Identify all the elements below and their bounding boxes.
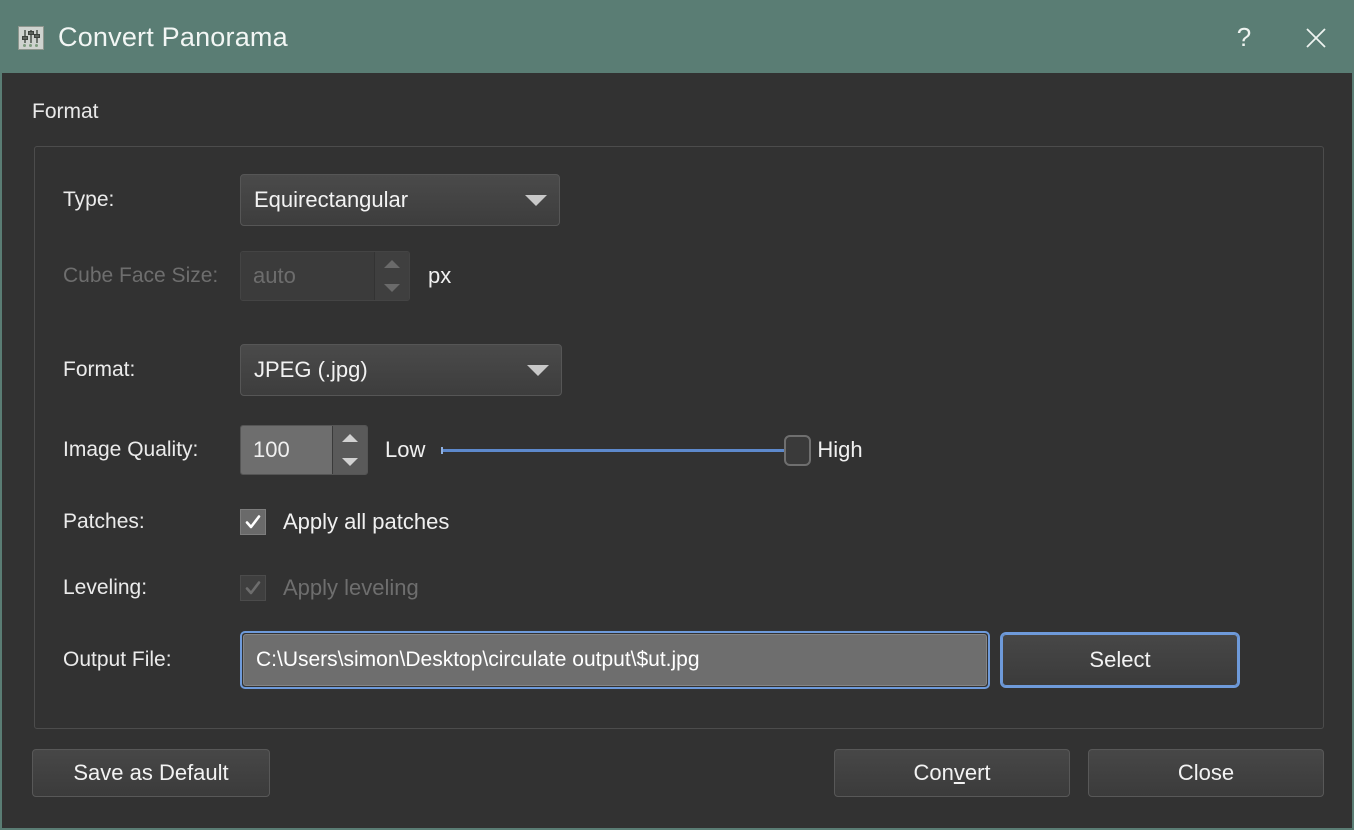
chevron-down-icon xyxy=(527,364,549,376)
output-file-input-focus-ring: C:\Users\simon\Desktop\circulate output\… xyxy=(240,631,990,689)
help-icon: ? xyxy=(1236,22,1252,52)
patches-label: Patches: xyxy=(63,510,145,533)
cube-face-size-label: Cube Face Size: xyxy=(63,264,219,287)
image-quality-increment-button[interactable] xyxy=(333,426,367,450)
image-quality-decrement-button[interactable] xyxy=(333,450,367,474)
cube-face-size-row: Cube Face Size: auto px xyxy=(35,251,1323,301)
slider-low-label: Low xyxy=(385,437,426,462)
slider-handle[interactable] xyxy=(784,435,812,466)
file-format-row: Format: JPEG (.jpg) xyxy=(35,344,1323,396)
window-title: Convert Panorama xyxy=(58,22,288,52)
checkbox-box xyxy=(240,575,266,601)
triangle-down-icon xyxy=(384,284,400,292)
format-groupbox: Type: Equirectangular Cube Face Size: au… xyxy=(34,146,1324,729)
convert-label-mnemonic: v xyxy=(953,760,965,785)
triangle-down-icon xyxy=(342,458,358,466)
leveling-row: Leveling: Apply leveling xyxy=(35,565,1323,611)
cube-face-size-increment-button[interactable] xyxy=(375,252,409,276)
close-window-button[interactable] xyxy=(1280,2,1352,73)
file-format-label: Format: xyxy=(63,358,136,381)
dialog-body: Format Type: Equirectangular Cube Face S… xyxy=(2,73,1352,748)
image-quality-label: Image Quality: xyxy=(63,438,199,461)
type-value: Equirectangular xyxy=(254,187,409,212)
type-label: Type: xyxy=(63,188,115,211)
image-quality-spinbox[interactable]: 100 xyxy=(240,425,368,475)
title-bar: Convert Panorama ? xyxy=(2,2,1352,73)
cube-face-size-value: auto xyxy=(241,252,374,300)
slider-track[interactable] xyxy=(441,447,802,454)
sliders-icon xyxy=(18,25,44,50)
format-section-label: Format xyxy=(32,100,99,123)
close-button[interactable]: Close xyxy=(1088,749,1324,797)
cube-face-size-stepper[interactable] xyxy=(374,252,409,300)
cube-face-size-decrement-button[interactable] xyxy=(375,276,409,300)
save-as-default-button[interactable]: Save as Default xyxy=(32,749,270,797)
image-quality-stepper[interactable] xyxy=(332,426,367,474)
patches-row: Patches: Apply all patches xyxy=(35,499,1323,545)
triangle-up-icon xyxy=(384,260,400,268)
checkmark-icon xyxy=(245,515,261,529)
triangle-up-icon xyxy=(342,434,358,442)
output-file-input[interactable]: C:\Users\simon\Desktop\circulate output\… xyxy=(243,634,987,686)
chevron-down-icon xyxy=(525,194,547,206)
output-file-row: Output File: C:\Users\simon\Desktop\circ… xyxy=(35,631,1323,689)
image-quality-slider-group: Low High xyxy=(385,430,863,470)
convert-label-part-1: Con xyxy=(913,760,954,785)
select-button-wrap: Select xyxy=(1002,634,1238,686)
cube-face-size-spinbox[interactable]: auto xyxy=(240,251,410,301)
file-format-value: JPEG (.jpg) xyxy=(254,357,368,382)
apply-leveling-label: Apply leveling xyxy=(283,575,419,600)
cube-face-size-unit-label: px xyxy=(428,263,452,288)
image-quality-row: Image Quality: 100 Low High xyxy=(35,425,1323,475)
image-quality-value: 100 xyxy=(241,426,332,474)
file-format-combobox[interactable]: JPEG (.jpg) xyxy=(240,344,562,396)
slider-high-label: High xyxy=(817,437,863,462)
image-quality-slider[interactable] xyxy=(441,430,812,470)
leveling-label: Leveling: xyxy=(63,576,148,599)
apply-all-patches-label: Apply all patches xyxy=(283,509,450,534)
checkbox-box[interactable] xyxy=(240,509,266,535)
close-icon xyxy=(1306,27,1326,48)
convert-label-part-2: ert xyxy=(964,760,991,785)
apply-leveling-checkbox: Apply leveling xyxy=(240,575,419,601)
type-combobox[interactable]: Equirectangular xyxy=(240,174,560,226)
output-file-label: Output File: xyxy=(63,648,172,671)
dialog-footer: Save as Default Con v ert Close xyxy=(2,748,1352,828)
checkmark-icon xyxy=(245,581,261,595)
help-button[interactable]: ? xyxy=(1208,2,1280,73)
convert-panorama-dialog: Convert Panorama ? Format Type: Equirect… xyxy=(0,0,1354,830)
select-button[interactable]: Select xyxy=(1002,634,1238,686)
convert-button[interactable]: Con v ert xyxy=(834,749,1070,797)
apply-all-patches-checkbox[interactable]: Apply all patches xyxy=(240,509,449,535)
type-row: Type: Equirectangular xyxy=(35,174,1323,226)
